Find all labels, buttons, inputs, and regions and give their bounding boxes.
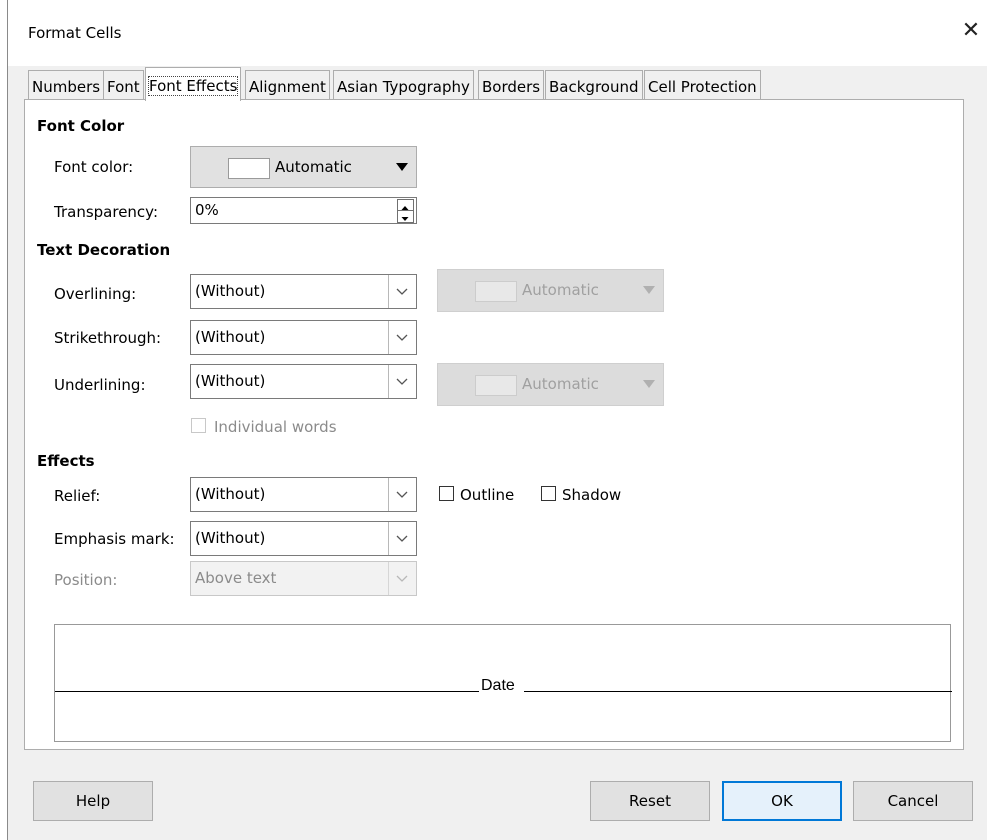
strikethrough-label: Strikethrough: xyxy=(54,329,162,347)
tab-font[interactable]: Font xyxy=(103,70,144,100)
relief-label: Relief: xyxy=(54,487,101,505)
overlining-label: Overlining: xyxy=(54,285,137,303)
relief-select[interactable]: (Without) xyxy=(190,477,417,512)
section-effects: Effects xyxy=(37,452,95,470)
underlining-select[interactable]: (Without) xyxy=(190,364,417,399)
shadow-checkbox[interactable] xyxy=(541,486,556,501)
tab-font-effects-label: Font Effects xyxy=(147,76,239,96)
outline-checkbox[interactable] xyxy=(439,486,454,501)
overlining-value: (Without) xyxy=(195,282,266,300)
emphasis-mark-value: (Without) xyxy=(195,529,266,547)
shadow-label[interactable]: Shadow xyxy=(562,486,621,504)
tab-numbers[interactable]: Numbers xyxy=(28,70,105,100)
tab-background[interactable]: Background xyxy=(545,70,643,100)
tab-font-effects[interactable]: Font Effects xyxy=(145,67,242,101)
triangle-down-icon xyxy=(396,163,408,171)
color-swatch xyxy=(228,158,270,179)
section-text-decoration: Text Decoration xyxy=(37,241,171,259)
emphasis-mark-select[interactable]: (Without) xyxy=(190,521,417,556)
preview-baseline-right xyxy=(524,691,952,692)
individual-words-checkbox xyxy=(191,418,206,433)
emphasis-mark-label: Emphasis mark: xyxy=(54,530,175,548)
transparency-value: 0% xyxy=(195,201,219,219)
transparency-label: Transparency: xyxy=(54,203,159,221)
underlining-label: Underlining: xyxy=(54,376,146,394)
preview-text: Date xyxy=(481,677,515,694)
font-color-button[interactable]: Automatic xyxy=(190,146,417,188)
underline-color-value: Automatic xyxy=(522,375,599,393)
chevron-down-icon[interactable] xyxy=(388,365,416,398)
tab-borders[interactable]: Borders xyxy=(478,70,545,100)
preview-box: Date xyxy=(54,624,952,742)
relief-value: (Without) xyxy=(195,485,266,503)
reset-button[interactable]: Reset xyxy=(590,781,710,821)
color-swatch xyxy=(475,281,517,302)
tab-asian-typography[interactable]: Asian Typography xyxy=(333,70,474,100)
color-swatch xyxy=(475,375,517,396)
window-frame xyxy=(0,0,8,840)
chevron-down-icon[interactable] xyxy=(388,522,416,555)
chevron-down-icon[interactable] xyxy=(388,275,416,308)
overlining-select[interactable]: (Without) xyxy=(190,274,417,309)
font-color-value: Automatic xyxy=(275,158,352,176)
help-button[interactable]: Help xyxy=(33,781,153,821)
transparency-spinbox[interactable]: 0% xyxy=(190,197,417,224)
position-select: Above text xyxy=(190,561,417,596)
overline-color-value: Automatic xyxy=(522,281,599,299)
close-icon[interactable]: ✕ xyxy=(957,17,985,45)
cancel-button[interactable]: Cancel xyxy=(853,781,973,821)
outline-label[interactable]: Outline xyxy=(460,486,514,504)
chevron-down-icon[interactable] xyxy=(388,321,416,354)
font-color-label: Font color: xyxy=(54,158,134,176)
preview-baseline-left xyxy=(55,691,479,692)
tab-alignment[interactable]: Alignment xyxy=(245,70,330,100)
section-font-color: Font Color xyxy=(37,117,125,135)
individual-words-label: Individual words xyxy=(214,418,337,436)
position-label: Position: xyxy=(54,571,118,589)
underlining-value: (Without) xyxy=(195,372,266,390)
chevron-down-icon xyxy=(388,562,416,595)
tab-cell-protection[interactable]: Cell Protection xyxy=(644,70,761,100)
overline-color-button: Automatic xyxy=(437,269,664,312)
dialog-title: Format Cells xyxy=(28,24,122,42)
position-value: Above text xyxy=(195,569,277,587)
ok-button[interactable]: OK xyxy=(722,781,842,821)
strikethrough-value: (Without) xyxy=(195,328,266,346)
triangle-down-icon xyxy=(643,286,655,294)
spin-down-icon[interactable] xyxy=(397,210,414,223)
title-bar xyxy=(8,0,987,66)
strikethrough-select[interactable]: (Without) xyxy=(190,320,417,355)
chevron-down-icon[interactable] xyxy=(388,478,416,511)
triangle-down-icon xyxy=(643,380,655,388)
underline-color-button: Automatic xyxy=(437,363,664,406)
